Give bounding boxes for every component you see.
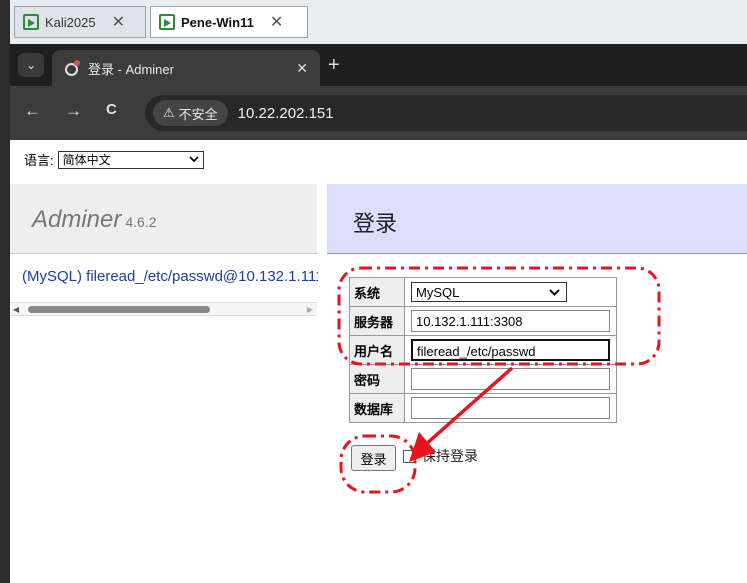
horizontal-scrollbar[interactable]: ◀ ▶	[10, 302, 317, 316]
database-link[interactable]: (MySQL) fileread_/etc/passwd@10.132.1.11…	[22, 268, 318, 285]
warning-icon: ⚠	[163, 105, 175, 120]
browser-tab-login[interactable]: 登录 - Adminer ✕	[52, 50, 320, 86]
vm-tab-kali[interactable]: Kali2025 ✕	[14, 6, 146, 38]
form-row-username: 用户名 fileread_/etc/passwd	[349, 335, 617, 365]
username-label: 用户名	[349, 335, 405, 365]
vm-window-edge	[0, 0, 10, 583]
login-form-table: 系统 MySQL 服务器 10.132.1.111:3308 用户名 filer…	[349, 277, 617, 423]
brand[interactable]: Adminer 4.6.2	[32, 206, 157, 234]
system-select[interactable]: MySQL	[411, 282, 567, 302]
login-button[interactable]: 登录	[351, 445, 396, 471]
chevron-down-icon	[188, 156, 199, 163]
forward-button[interactable]: →	[65, 101, 82, 121]
system-value: MySQL	[416, 284, 460, 300]
chevron-down-icon	[549, 288, 560, 296]
close-icon[interactable]: ✕	[112, 12, 125, 32]
vm-icon	[159, 14, 175, 30]
version: 4.6.2	[125, 214, 157, 230]
form-row-password: 密码	[349, 364, 617, 394]
remember-login[interactable]: 保持登录	[403, 446, 478, 466]
language-value: 简体中文	[62, 153, 111, 167]
server-label: 服务器	[349, 306, 405, 336]
security-chip[interactable]: ⚠ 不安全	[153, 100, 228, 126]
vm-tab-label: Kali2025	[45, 14, 96, 30]
form-row-server: 服务器 10.132.1.111:3308	[349, 306, 617, 336]
form-row-system: 系统 MySQL	[349, 277, 617, 307]
scroll-right-icon[interactable]: ▶	[307, 305, 313, 314]
tab-title: 登录 - Adminer	[88, 61, 174, 77]
security-label: 不安全	[178, 106, 218, 122]
vm-tab-bar: Kali2025 ✕ Pene-Win11 ✕	[0, 0, 747, 44]
language-label: 语言:	[24, 153, 54, 168]
close-icon[interactable]: ✕	[296, 60, 308, 77]
database-label: 数据库	[349, 393, 405, 423]
password-label: 密码	[349, 364, 405, 394]
system-label: 系统	[349, 277, 405, 307]
page-content: 语言: 简体中文 Adminer 4.6.2 (MySQL) fileread_/…	[10, 140, 747, 583]
new-tab-button[interactable]: +	[328, 54, 340, 77]
vm-icon	[23, 14, 39, 30]
password-input[interactable]	[411, 368, 610, 390]
remember-checkbox[interactable]	[403, 449, 416, 463]
database-input[interactable]	[411, 397, 610, 419]
server-input[interactable]: 10.132.1.111:3308	[411, 310, 610, 332]
vm-tab-label: Pene-Win11	[181, 14, 254, 30]
brand-name: Adminer	[32, 206, 122, 233]
adminer-favicon-icon	[64, 60, 80, 76]
browser-tab-strip: ⌄ 登录 - Adminer ✕ +	[10, 44, 747, 86]
language-switcher: 语言: 简体中文	[24, 150, 204, 169]
language-select[interactable]: 简体中文	[57, 150, 204, 169]
address-toolbar: ← → C ⚠ 不安全 10.22.202.151	[10, 86, 747, 140]
reload-button[interactable]: C	[106, 101, 117, 118]
form-row-database: 数据库	[349, 393, 617, 423]
omnibox[interactable]: ⚠ 不安全 10.22.202.151	[145, 95, 747, 131]
vm-tab-pene-win11[interactable]: Pene-Win11 ✕	[150, 6, 308, 38]
remember-label: 保持登录	[422, 448, 478, 464]
page-title: 登录	[353, 211, 398, 236]
back-button[interactable]: ←	[24, 101, 41, 121]
url-text[interactable]: 10.22.202.151	[238, 105, 334, 122]
close-icon[interactable]: ✕	[270, 12, 283, 32]
scroll-left-icon[interactable]: ◀	[13, 305, 19, 314]
scrollbar-thumb[interactable]	[28, 306, 210, 313]
content-header: 登录	[327, 184, 747, 254]
tab-list-button[interactable]: ⌄	[18, 53, 44, 77]
username-input[interactable]: fileread_/etc/passwd	[411, 339, 610, 361]
menu-header: Adminer 4.6.2	[10, 184, 317, 254]
